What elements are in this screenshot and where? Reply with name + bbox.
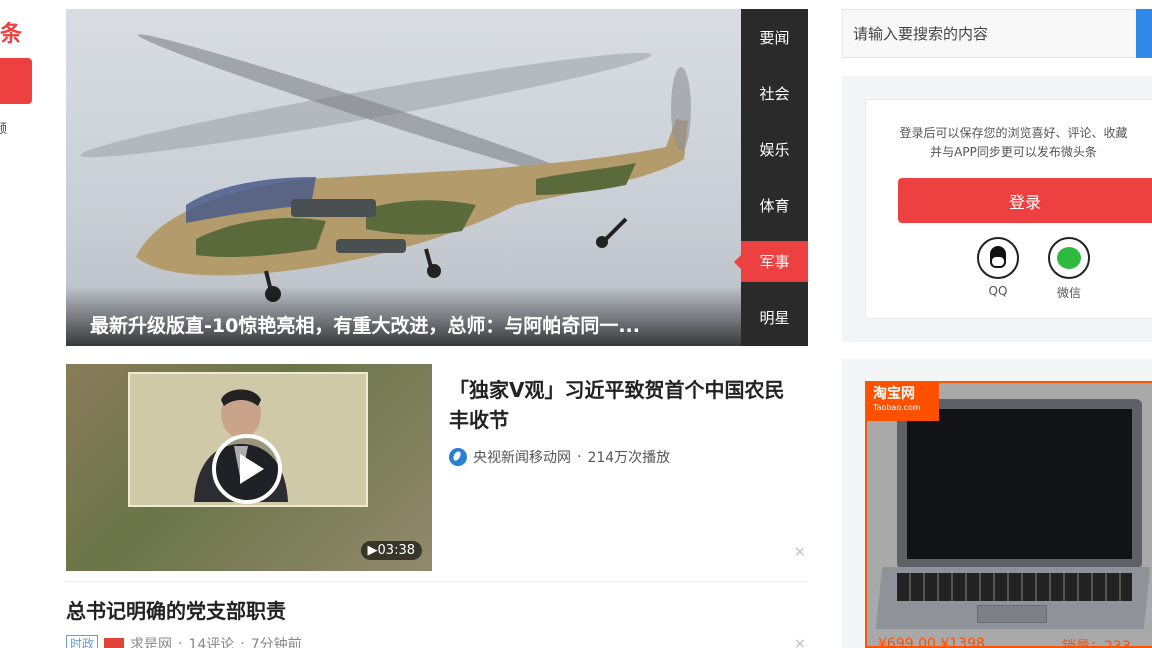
video-duration-badge: ▶03:38 [360, 541, 422, 560]
article-source[interactable]: 求是网 [130, 634, 172, 648]
ad-current-price: ¥699.00 [878, 636, 936, 648]
laptop-screen [907, 409, 1132, 559]
ad-old-price: ¥1398 [940, 636, 985, 648]
login-tip: 登录后可以保存您的浏览喜好、评论、收藏 并与APP同步更可以发布微头条 [875, 124, 1152, 162]
article-time: 7分钟前 [250, 637, 302, 648]
meta-separator: · [178, 636, 183, 648]
feed-divider [66, 581, 808, 582]
taobao-ad[interactable]: 淘宝网 Taobao.com [865, 381, 1152, 648]
dislike-close-icon[interactable]: × [794, 544, 806, 560]
meta-separator: · [240, 636, 245, 648]
wechat-icon[interactable] [1048, 237, 1090, 279]
login-tip-line2: 并与APP同步更可以发布微头条 [930, 145, 1097, 159]
meta-separator: · [577, 449, 582, 465]
sidebar-active-item[interactable] [0, 58, 32, 104]
site-logo[interactable]: 条 [0, 16, 34, 48]
laptop-keyboard [897, 573, 1132, 601]
channel-shehui[interactable]: 社会 [741, 73, 808, 114]
play-icon[interactable] [212, 434, 282, 504]
qq-label: QQ [988, 284, 1008, 298]
search-button[interactable] [1136, 9, 1152, 58]
source-logo-icon [104, 638, 125, 648]
channel-tiyu[interactable]: 体育 [741, 185, 808, 226]
ad-sales: 销量：233 [1062, 639, 1131, 648]
taobao-logo-text: 淘宝网 [873, 386, 915, 402]
search-bar [842, 9, 1152, 58]
play-small-icon: ▶ [367, 543, 378, 558]
video-plays: 214万次播放 [587, 450, 671, 466]
duration-text: 03:38 [377, 543, 415, 558]
dislike-close-icon[interactable]: × [794, 636, 806, 648]
taobao-logo: 淘宝网 Taobao.com [867, 383, 939, 421]
ad-price: ¥699.00 ¥1398 [878, 636, 985, 648]
video-source[interactable]: 央视新闻移动网 [473, 447, 571, 467]
hero-title[interactable]: 最新升级版直-10惊艳亮相，有重大改进，总师：与阿帕奇同一... [90, 311, 738, 338]
login-tip-line1: 登录后可以保存您的浏览喜好、评论、收藏 [899, 126, 1128, 140]
video-thumbnail[interactable]: ▶03:38 [66, 364, 432, 571]
sidebar-item-video[interactable]: 频 [0, 118, 7, 137]
qq-icon[interactable] [977, 237, 1019, 279]
article-title[interactable]: 总书记明确的党支部职责 [66, 595, 286, 624]
video-article-title[interactable]: 「独家V观」习近平致贺首个中国农民丰收节 [449, 375, 794, 435]
article-comments[interactable]: 14评论 [188, 634, 234, 648]
channel-junshi[interactable]: 军事 [734, 241, 808, 282]
laptop-touchpad [977, 605, 1047, 623]
search-input[interactable] [853, 10, 1123, 57]
channel-yaowen[interactable]: 要闻 [741, 17, 808, 58]
login-button[interactable]: 登录 [898, 178, 1152, 223]
channel-list: 要闻 社会 娱乐 体育 军事 明星 [734, 9, 808, 346]
article-meta: 时政 求是网 · 14评论 · 7分钟前 [66, 634, 302, 648]
channel-mingxing[interactable]: 明星 [741, 297, 808, 338]
wechat-login[interactable]: 微信 [1047, 237, 1091, 301]
hero-carousel[interactable]: 最新升级版直-10惊艳亮相，有重大改进，总师：与阿帕奇同一... [66, 9, 741, 346]
source-logo-icon [449, 448, 467, 466]
channel-yule[interactable]: 娱乐 [741, 129, 808, 170]
taobao-logo-sub: Taobao.com [873, 403, 921, 412]
category-tag[interactable]: 时政 [66, 635, 99, 648]
video-article-meta: 央视新闻移动网 · 214万次播放 [449, 447, 670, 467]
wechat-label: 微信 [1056, 286, 1081, 300]
qq-login[interactable]: QQ [976, 237, 1020, 298]
